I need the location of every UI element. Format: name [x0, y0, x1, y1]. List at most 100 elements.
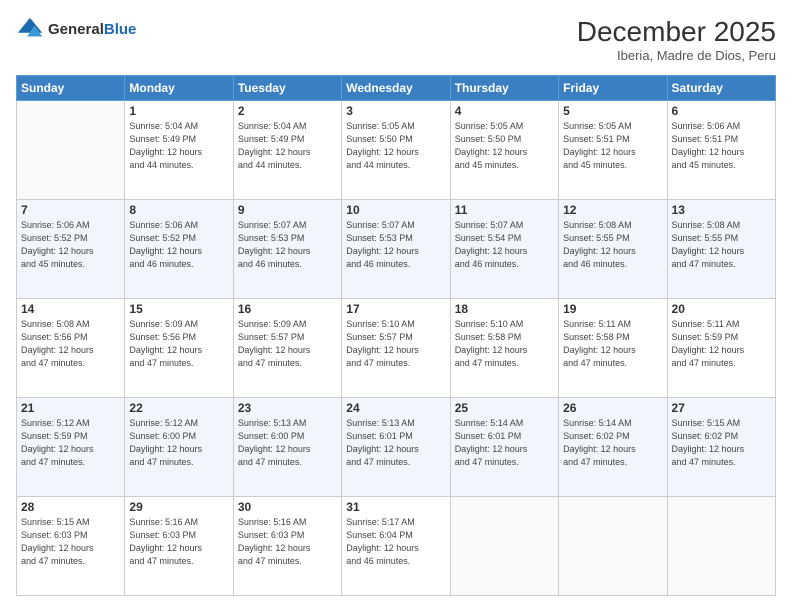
day-number: 8 — [129, 203, 228, 217]
calendar-row: 14 Sunrise: 5:08 AM Sunset: 5:56 PM Dayli… — [17, 299, 776, 398]
day-number: 22 — [129, 401, 228, 415]
calendar-cell: 29 Sunrise: 5:16 AM Sunset: 6:03 PM Dayli… — [125, 497, 233, 596]
calendar-cell: 15 Sunrise: 5:09 AM Sunset: 5:56 PM Dayli… — [125, 299, 233, 398]
day-info: Sunrise: 5:08 AM Sunset: 5:55 PM Dayligh… — [672, 219, 771, 271]
day-number: 9 — [238, 203, 337, 217]
day-number: 19 — [563, 302, 662, 316]
day-info: Sunrise: 5:07 AM Sunset: 5:53 PM Dayligh… — [238, 219, 337, 271]
weekday-header: Tuesday — [233, 76, 341, 101]
day-number: 28 — [21, 500, 120, 514]
calendar-cell: 27Sunrise: 5:15 AM Sunset: 6:02 PM Dayli… — [667, 398, 775, 497]
calendar-cell: 12Sunrise: 5:08 AM Sunset: 5:55 PM Dayli… — [559, 200, 667, 299]
calendar-cell: 16 Sunrise: 5:09 AM Sunset: 5:57 PM Dayli… — [233, 299, 341, 398]
day-info: Sunrise: 5:14 AM Sunset: 6:02 PM Dayligh… — [563, 417, 662, 469]
day-info: Sunrise: 5:06 AM Sunset: 5:52 PM Dayligh… — [21, 219, 120, 271]
day-info: Sunrise: 5:05 AM Sunset: 5:50 PM Dayligh… — [455, 120, 554, 172]
calendar-cell: 8 Sunrise: 5:06 AM Sunset: 5:52 PM Daylig… — [125, 200, 233, 299]
weekday-header: Thursday — [450, 76, 558, 101]
day-number: 26 — [563, 401, 662, 415]
weekday-header: Friday — [559, 76, 667, 101]
day-info: Sunrise: 5:05 AM Sunset: 5:50 PM Dayligh… — [346, 120, 445, 172]
weekday-header: Wednesday — [342, 76, 450, 101]
day-info: Sunrise: 5:10 AM Sunset: 5:57 PM Dayligh… — [346, 318, 445, 370]
day-info: Sunrise: 5:10 AM Sunset: 5:58 PM Dayligh… — [455, 318, 554, 370]
day-number: 3 — [346, 104, 445, 118]
weekday-header-row: SundayMondayTuesdayWednesdayThursdayFrid… — [17, 76, 776, 101]
calendar-cell: 25 Sunrise: 5:14 AM Sunset: 6:01 PM Dayli… — [450, 398, 558, 497]
day-number: 30 — [238, 500, 337, 514]
calendar-table: SundayMondayTuesdayWednesdayThursdayFrid… — [16, 75, 776, 596]
day-info: Sunrise: 5:15 AM Sunset: 6:03 PM Dayligh… — [21, 516, 120, 568]
calendar-row: 21 Sunrise: 5:12 AM Sunset: 5:59 PM Dayli… — [17, 398, 776, 497]
calendar-cell: 5 Sunrise: 5:05 AM Sunset: 5:51 PM Daylig… — [559, 101, 667, 200]
page: GeneralBlue December 2025 Iberia, Madre … — [0, 0, 792, 612]
day-info: Sunrise: 5:11 AM Sunset: 5:58 PM Dayligh… — [563, 318, 662, 370]
month-title: December 2025 — [577, 16, 776, 48]
calendar-cell: 21 Sunrise: 5:12 AM Sunset: 5:59 PM Dayli… — [17, 398, 125, 497]
day-info: Sunrise: 5:04 AM Sunset: 5:49 PM Dayligh… — [238, 120, 337, 172]
calendar-cell — [559, 497, 667, 596]
day-info: Sunrise: 5:05 AM Sunset: 5:51 PM Dayligh… — [563, 120, 662, 172]
day-number: 4 — [455, 104, 554, 118]
calendar-cell — [17, 101, 125, 200]
day-number: 29 — [129, 500, 228, 514]
calendar-cell: 30 Sunrise: 5:16 AM Sunset: 6:03 PM Dayli… — [233, 497, 341, 596]
day-info: Sunrise: 5:09 AM Sunset: 5:56 PM Dayligh… — [129, 318, 228, 370]
header: GeneralBlue December 2025 Iberia, Madre … — [16, 16, 776, 63]
calendar-cell: 23 Sunrise: 5:13 AM Sunset: 6:00 PM Dayli… — [233, 398, 341, 497]
day-info: Sunrise: 5:15 AM Sunset: 6:02 PM Dayligh… — [672, 417, 771, 469]
day-number: 16 — [238, 302, 337, 316]
day-info: Sunrise: 5:06 AM Sunset: 5:52 PM Dayligh… — [129, 219, 228, 271]
day-info: Sunrise: 5:17 AM Sunset: 6:04 PM Dayligh… — [346, 516, 445, 568]
day-number: 7 — [21, 203, 120, 217]
day-number: 21 — [21, 401, 120, 415]
day-info: Sunrise: 5:07 AM Sunset: 5:54 PM Dayligh… — [455, 219, 554, 271]
title-block: December 2025 Iberia, Madre de Dios, Per… — [577, 16, 776, 63]
day-number: 2 — [238, 104, 337, 118]
day-number: 25 — [455, 401, 554, 415]
calendar-cell: 14 Sunrise: 5:08 AM Sunset: 5:56 PM Dayli… — [17, 299, 125, 398]
weekday-header: Sunday — [17, 76, 125, 101]
day-info: Sunrise: 5:16 AM Sunset: 6:03 PM Dayligh… — [238, 516, 337, 568]
calendar-cell: 9 Sunrise: 5:07 AM Sunset: 5:53 PM Daylig… — [233, 200, 341, 299]
day-info: Sunrise: 5:04 AM Sunset: 5:49 PM Dayligh… — [129, 120, 228, 172]
day-number: 20 — [672, 302, 771, 316]
day-number: 24 — [346, 401, 445, 415]
day-number: 10 — [346, 203, 445, 217]
calendar-row: 7 Sunrise: 5:06 AM Sunset: 5:52 PM Daylig… — [17, 200, 776, 299]
calendar-cell: 13 Sunrise: 5:08 AM Sunset: 5:55 PM Dayli… — [667, 200, 775, 299]
day-number: 18 — [455, 302, 554, 316]
day-info: Sunrise: 5:08 AM Sunset: 5:56 PM Dayligh… — [21, 318, 120, 370]
day-info: Sunrise: 5:13 AM Sunset: 6:00 PM Dayligh… — [238, 417, 337, 469]
day-number: 5 — [563, 104, 662, 118]
day-info: Sunrise: 5:13 AM Sunset: 6:01 PM Dayligh… — [346, 417, 445, 469]
day-info: Sunrise: 5:16 AM Sunset: 6:03 PM Dayligh… — [129, 516, 228, 568]
logo-text: GeneralBlue — [48, 21, 136, 39]
day-number: 23 — [238, 401, 337, 415]
calendar-cell — [667, 497, 775, 596]
calendar-cell: 4 Sunrise: 5:05 AM Sunset: 5:50 PM Daylig… — [450, 101, 558, 200]
calendar-cell: 18 Sunrise: 5:10 AM Sunset: 5:58 PM Dayli… — [450, 299, 558, 398]
day-info: Sunrise: 5:12 AM Sunset: 5:59 PM Dayligh… — [21, 417, 120, 469]
day-info: Sunrise: 5:09 AM Sunset: 5:57 PM Dayligh… — [238, 318, 337, 370]
day-number: 14 — [21, 302, 120, 316]
calendar-cell: 24 Sunrise: 5:13 AM Sunset: 6:01 PM Dayli… — [342, 398, 450, 497]
day-info: Sunrise: 5:07 AM Sunset: 5:53 PM Dayligh… — [346, 219, 445, 271]
calendar-cell: 1Sunrise: 5:04 AM Sunset: 5:49 PM Daylig… — [125, 101, 233, 200]
weekday-header: Saturday — [667, 76, 775, 101]
calendar-cell: 20Sunrise: 5:11 AM Sunset: 5:59 PM Dayli… — [667, 299, 775, 398]
calendar-cell: 22 Sunrise: 5:12 AM Sunset: 6:00 PM Dayli… — [125, 398, 233, 497]
day-info: Sunrise: 5:12 AM Sunset: 6:00 PM Dayligh… — [129, 417, 228, 469]
day-number: 13 — [672, 203, 771, 217]
logo-icon — [16, 16, 44, 44]
day-number: 31 — [346, 500, 445, 514]
logo-general: GeneralBlue — [48, 21, 136, 39]
calendar-cell: 31 Sunrise: 5:17 AM Sunset: 6:04 PM Dayli… — [342, 497, 450, 596]
location: Iberia, Madre de Dios, Peru — [577, 48, 776, 63]
day-number: 12 — [563, 203, 662, 217]
weekday-header: Monday — [125, 76, 233, 101]
day-info: Sunrise: 5:14 AM Sunset: 6:01 PM Dayligh… — [455, 417, 554, 469]
day-number: 6 — [672, 104, 771, 118]
day-number: 15 — [129, 302, 228, 316]
day-number: 11 — [455, 203, 554, 217]
